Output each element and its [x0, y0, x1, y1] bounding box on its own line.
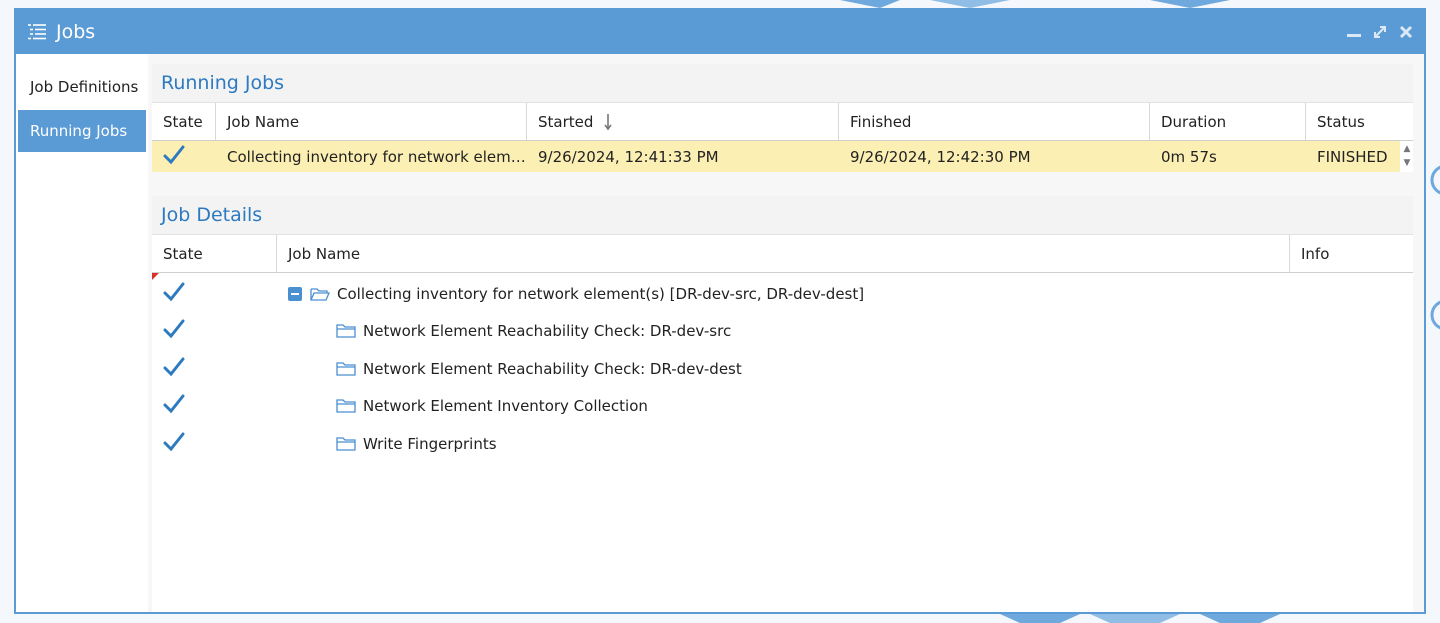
sidebar-item-label: Job Definitions — [30, 78, 139, 96]
check-icon — [163, 318, 185, 340]
sidebar: Job Definitions Running Jobs — [16, 54, 148, 612]
column-header-started[interactable]: Started — [527, 103, 839, 140]
check-icon — [163, 431, 185, 453]
column-header-state[interactable]: State — [152, 103, 216, 140]
sidebar-item-job-definitions[interactable]: Job Definitions — [18, 66, 146, 108]
sidebar-item-label: Running Jobs — [30, 122, 128, 140]
running-jobs-panel: Running Jobs State Job Name Started Fini… — [152, 64, 1413, 172]
tree-row-root[interactable]: Collecting inventory for network element… — [152, 275, 1413, 313]
finished-cell: 9/26/2024, 12:42:30 PM — [850, 147, 1031, 166]
started-cell: 9/26/2024, 12:41:33 PM — [538, 147, 719, 166]
folder-icon — [336, 398, 356, 414]
list-icon — [26, 22, 48, 42]
folder-icon — [336, 361, 356, 377]
tree-item-label: Network Element Inventory Collection — [363, 397, 648, 416]
tree-item-label: Network Element Reachability Check: DR-d… — [363, 322, 732, 341]
window-title: Jobs — [56, 21, 96, 43]
window-titlebar[interactable]: Jobs — [16, 10, 1424, 54]
column-header-finished[interactable]: Finished — [839, 103, 1150, 140]
tree-item-label: Network Element Reachability Check: DR-d… — [363, 359, 742, 378]
check-icon — [163, 144, 185, 166]
row-marker — [152, 273, 159, 280]
column-header-duration[interactable]: Duration — [1150, 103, 1306, 140]
job-details-title: Job Details — [152, 196, 1413, 234]
folder-icon — [336, 323, 356, 339]
tree-row[interactable]: Network Element Reachability Check: DR-d… — [152, 350, 1413, 388]
folder-icon — [336, 436, 356, 452]
column-header-info[interactable]: Info — [1290, 235, 1413, 272]
column-header-job-name[interactable]: Job Name — [277, 235, 1290, 272]
scroll-up-icon[interactable]: ▲ — [1401, 142, 1413, 156]
job-details-header: State Job Name Info — [152, 234, 1413, 273]
status-cell: FINISHED — [1317, 147, 1388, 166]
minimize-icon[interactable] — [1346, 24, 1362, 40]
duration-cell: 0m 57s — [1161, 147, 1217, 166]
running-jobs-title: Running Jobs — [152, 64, 1413, 102]
main-content: Running Jobs State Job Name Started Fini… — [148, 54, 1424, 612]
tree-item-label: Write Fingerprints — [363, 434, 497, 453]
tree-row[interactable]: Write Fingerprints — [152, 425, 1413, 463]
job-name-cell: Collecting inventory for network element… — [227, 147, 527, 166]
table-row[interactable]: Collecting inventory for network element… — [152, 141, 1400, 172]
jobs-window: Jobs Job Definitions Running Jobs Runnin… — [14, 8, 1426, 614]
column-header-job-name[interactable]: Job Name — [216, 103, 527, 140]
check-icon — [163, 281, 185, 303]
scroll-down-icon[interactable]: ▼ — [1401, 156, 1413, 170]
tree-item-label: Collecting inventory for network element… — [337, 284, 865, 303]
sidebar-item-running-jobs[interactable]: Running Jobs — [18, 110, 146, 152]
check-icon — [163, 356, 185, 378]
running-jobs-header: State Job Name Started Finished Duration… — [152, 102, 1413, 141]
folder-open-icon — [310, 286, 330, 302]
collapse-icon[interactable] — [288, 286, 302, 301]
scrollbar[interactable]: ▲ ▼ — [1401, 142, 1413, 170]
job-details-panel: Job Details State Job Name Info Collecti… — [152, 196, 1413, 612]
maximize-icon[interactable] — [1372, 24, 1388, 40]
column-header-state[interactable]: State — [152, 235, 277, 272]
tree-row[interactable]: Network Element Reachability Check: DR-d… — [152, 313, 1413, 351]
check-icon — [163, 393, 185, 415]
sort-descending-icon — [603, 113, 613, 131]
tree-row[interactable]: Network Element Inventory Collection — [152, 388, 1413, 426]
column-header-status[interactable]: Status — [1306, 103, 1413, 140]
close-icon[interactable] — [1398, 24, 1414, 40]
